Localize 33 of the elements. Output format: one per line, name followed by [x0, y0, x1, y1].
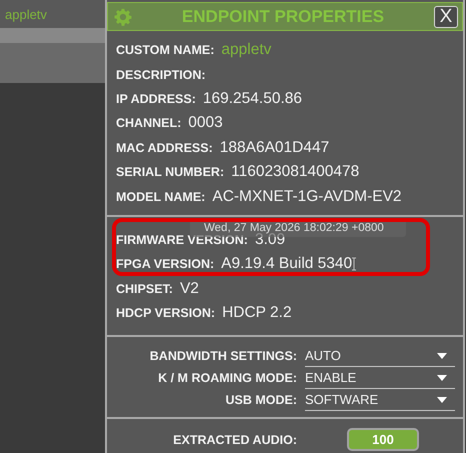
field-value: 169.254.50.86 — [202, 90, 302, 108]
setting-label: BANDWIDTH SETTINGS: — [148, 349, 298, 364]
setting-label: K / M ROAMING MODE: — [157, 371, 298, 386]
field-value: A9.19.4 Build 5340 — [221, 255, 352, 274]
dropdown[interactable]: ENABLE — [305, 368, 455, 389]
dropdown[interactable]: AUTO — [305, 346, 455, 367]
close-button[interactable]: X — [434, 6, 458, 28]
field-label: MODEL NAME: — [116, 190, 206, 204]
dialog-title: ENDPOINT PROPERTIES — [180, 6, 386, 26]
field-label: MAC ADDRESS: — [116, 140, 213, 155]
field-value: 188A6A01D447 — [220, 138, 330, 157]
field-value: AC-MXNET-1G-AVDM-EV2 — [212, 188, 402, 206]
field-label: CUSTOM NAME: — [116, 43, 214, 58]
field-value: appletv — [221, 41, 272, 60]
field-value: HDCP 2.2 — [222, 304, 292, 322]
field-label: FPGA VERSION: — [116, 257, 214, 272]
setting-label: EXTRACTED AUDIO: — [172, 432, 298, 447]
field-label: IP ADDRESS: — [116, 92, 196, 106]
caret-icon — [437, 352, 447, 359]
field-value: 0003 — [188, 114, 223, 132]
gear-icon — [114, 8, 132, 26]
caret-icon — [437, 396, 447, 403]
dropdown[interactable]: SOFTWARE — [305, 390, 455, 411]
field-label: DESCRIPTION: — [116, 68, 206, 82]
caret-icon — [437, 374, 447, 381]
field-label: CHANNEL: — [116, 116, 182, 130]
text-cursor-icon — [351, 257, 358, 272]
field-value: V2 — [180, 280, 199, 298]
field-label: HDCP VERSION: — [116, 306, 216, 320]
field-value: 116023081400478 — [231, 163, 360, 182]
field-label: SERIAL NUMBER: — [116, 165, 224, 180]
field-label: CHIPSET: — [116, 282, 173, 296]
setting-label: USB MODE: — [224, 393, 298, 408]
